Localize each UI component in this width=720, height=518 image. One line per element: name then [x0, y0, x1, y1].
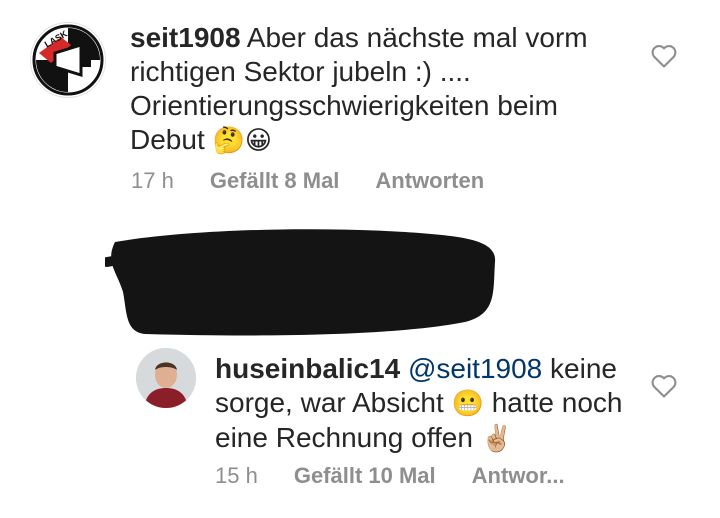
reply-button[interactable]: Antwor... [472, 463, 565, 488]
reply-button[interactable]: Antworten [375, 168, 484, 193]
grimacing-emoji-icon: 😬 [451, 389, 484, 419]
avatar[interactable] [136, 348, 196, 408]
comment-meta: 17 h Gefällt 8 Mal Antworten [131, 168, 520, 194]
like-heart-icon[interactable] [650, 43, 678, 69]
avatar[interactable]: LASK [30, 22, 106, 98]
comment-username[interactable]: huseinbalic14 [215, 353, 400, 384]
comment-likes[interactable]: Gefällt 10 Mal [294, 463, 436, 488]
lask-logo-icon: LASK [32, 24, 104, 96]
comment-text: huseinbalic14 @seit1908 keine sorge, war… [215, 352, 635, 456]
comment-time: 17 h [131, 168, 174, 193]
redaction-scribble [105, 229, 496, 336]
comment-username[interactable]: seit1908 [130, 22, 241, 53]
comment-likes[interactable]: Gefällt 8 Mal [210, 168, 340, 193]
comment-time: 15 h [215, 463, 258, 488]
comment-text: seit1908 Aber das nächste mal vorm richt… [130, 21, 630, 158]
user-photo-icon [136, 348, 196, 408]
thinking-emoji-icon: 🤔 [212, 126, 245, 156]
victory-hand-emoji-icon: ✌🏼 [480, 424, 514, 454]
mention-link[interactable]: @seit1908 [408, 353, 542, 384]
grinning-emoji-icon: 😀 [244, 126, 272, 156]
comment-meta: 15 h Gefällt 10 Mal Antwor... [215, 463, 601, 489]
like-heart-icon[interactable] [650, 373, 678, 399]
